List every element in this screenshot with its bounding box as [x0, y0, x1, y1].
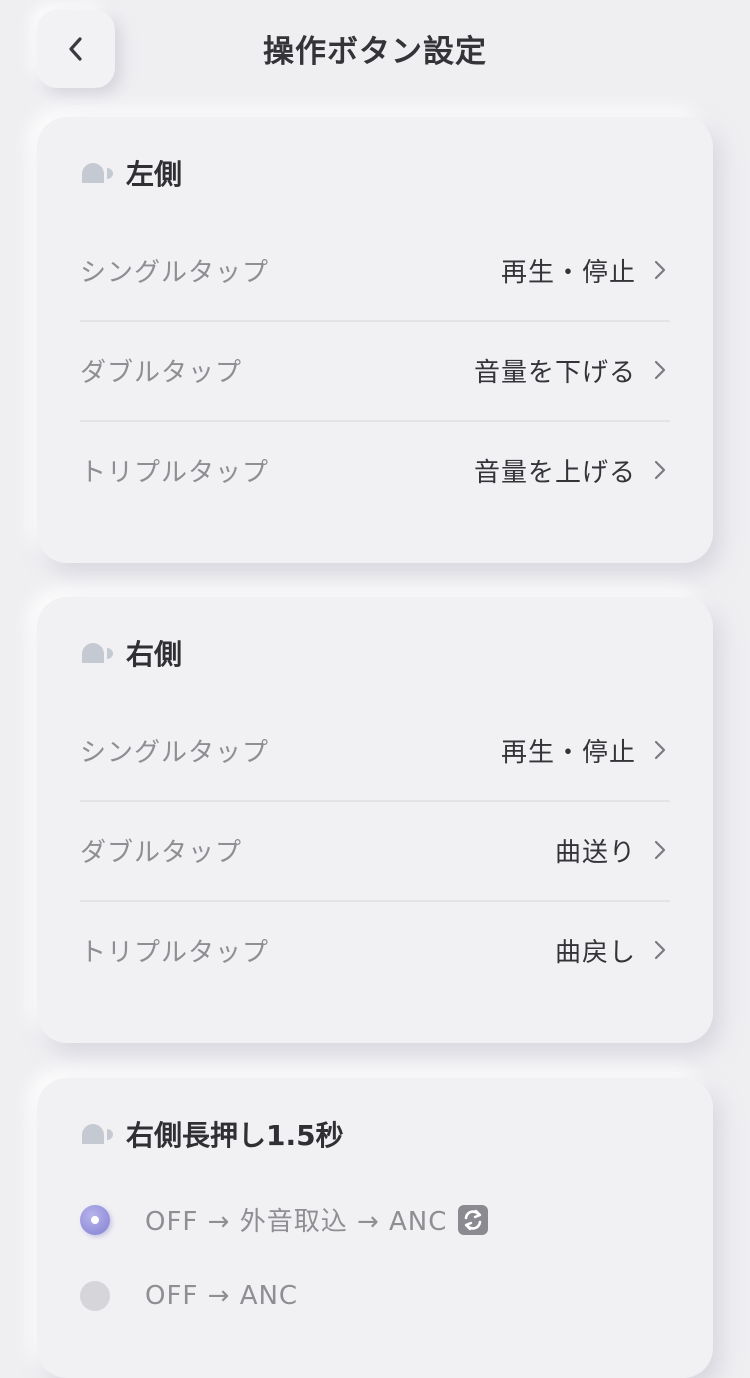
chevron-right-icon: [654, 360, 666, 380]
radio-unselected[interactable]: [80, 1281, 110, 1311]
right-settings-card: 右側 シングルタップ 再生・停止 ダブルタップ 曲送り トリプルタップ 曲戻し: [37, 597, 713, 1043]
row-label: ダブルタップ: [80, 837, 243, 868]
header: 操作ボタン設定: [0, 0, 750, 100]
row-label: ダブルタップ: [80, 357, 243, 388]
right-single-tap-row[interactable]: シングルタップ 再生・停止: [80, 700, 670, 802]
card-header: 右側長押し1.5秒: [80, 1114, 344, 1154]
option-label: OFF → 外音取込 → ANC: [145, 1207, 448, 1237]
left-single-tap-row[interactable]: シングルタップ 再生・停止: [80, 220, 670, 322]
row-label: トリプルタップ: [80, 457, 270, 488]
long-press-option-anc[interactable]: OFF → ANC: [80, 1281, 298, 1311]
row-label: シングルタップ: [80, 737, 270, 768]
row-value: 音量を上げる: [473, 457, 636, 488]
chevron-right-icon: [654, 840, 666, 860]
cycle-icon: [458, 1204, 489, 1235]
card-title: 左側: [126, 158, 183, 191]
earbud-icon: [82, 1124, 113, 1144]
long-press-card: 右側長押し1.5秒 OFF → 外音取込 → ANC OFF → ANC: [37, 1078, 713, 1378]
radio-selected[interactable]: [80, 1204, 110, 1235]
earbud-icon: [82, 163, 113, 183]
earbud-icon: [82, 643, 113, 663]
row-value: 曲送り: [554, 837, 636, 868]
chevron-right-icon: [654, 260, 666, 280]
row-label: トリプルタップ: [80, 937, 270, 968]
left-settings-card: 左側 シングルタップ 再生・停止 ダブルタップ 音量を下げる トリプルタップ 音…: [37, 117, 713, 563]
left-double-tap-row[interactable]: ダブルタップ 音量を下げる: [80, 320, 670, 422]
right-triple-tap-row[interactable]: トリプルタップ 曲戻し: [80, 900, 670, 1000]
long-press-option-anc-cycle[interactable]: OFF → 外音取込 → ANC: [80, 1201, 489, 1238]
chevron-right-icon: [654, 460, 666, 480]
page-title: 操作ボタン設定: [263, 34, 487, 70]
card-header: 右側: [80, 633, 182, 673]
card-title: 右側長押し1.5秒: [126, 1119, 344, 1152]
option-label: OFF → ANC: [145, 1281, 299, 1311]
row-value: 再生・停止: [500, 257, 636, 288]
row-label: シングルタップ: [80, 257, 270, 288]
card-title: 右側: [126, 638, 183, 671]
row-value: 再生・停止: [500, 737, 636, 768]
right-double-tap-row[interactable]: ダブルタップ 曲送り: [80, 800, 670, 902]
chevron-right-icon: [654, 740, 666, 760]
row-value: 音量を下げる: [473, 357, 636, 388]
chevron-right-icon: [654, 940, 666, 960]
left-triple-tap-row[interactable]: トリプルタップ 音量を上げる: [80, 420, 670, 520]
row-value: 曲戻し: [554, 937, 636, 968]
card-header: 左側: [80, 153, 182, 193]
